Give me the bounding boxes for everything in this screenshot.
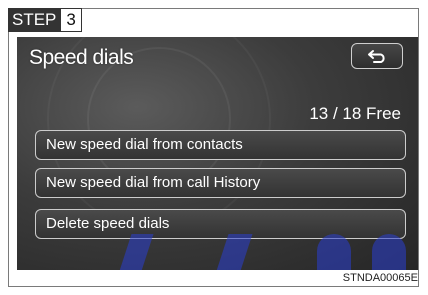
- step-label: STEP: [8, 8, 62, 32]
- back-button[interactable]: [351, 43, 403, 69]
- watermark-shape: [372, 234, 406, 270]
- display-screen: Speed dials 13 / 18 Free New speed dial …: [17, 37, 418, 270]
- new-speed-dial-from-contacts-button[interactable]: New speed dial from contacts: [35, 130, 406, 160]
- new-speed-dial-from-call-history-button[interactable]: New speed dial from call History: [35, 168, 406, 198]
- delete-speed-dials-button[interactable]: Delete speed dials: [35, 209, 406, 239]
- watermark-shape: [317, 234, 351, 270]
- watermark-shape: [118, 234, 154, 270]
- back-arrow-icon: [366, 49, 388, 63]
- figure-code: STNDA00065E: [342, 272, 418, 284]
- step-indicator: STEP 3: [8, 8, 82, 32]
- step-number: 3: [61, 8, 82, 32]
- screen-title: Speed dials: [29, 46, 134, 69]
- free-count: 13 / 18 Free: [309, 104, 401, 123]
- watermark-shape: [215, 234, 253, 270]
